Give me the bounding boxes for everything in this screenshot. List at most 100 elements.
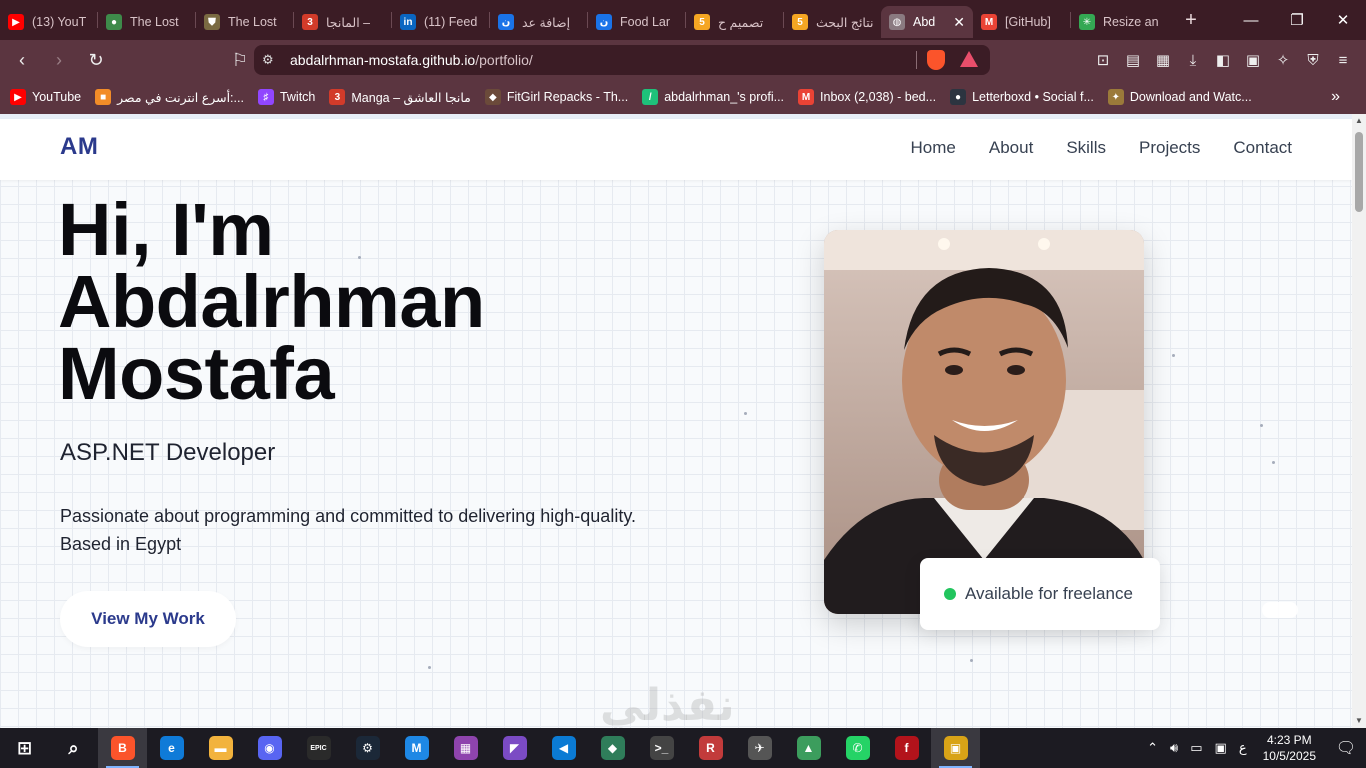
browser-tab[interactable]: in (11) Feed: [392, 6, 489, 38]
search-button[interactable]: ⌕: [49, 728, 98, 768]
bookmark-item[interactable]: M Inbox (2,038) - bed...: [798, 89, 936, 105]
visual-studio-app[interactable]: ◤: [490, 728, 539, 768]
bookmark-favicon-icon: ◆: [484, 89, 501, 105]
browser-tab[interactable]: 5 تصميم ح: [686, 6, 783, 38]
tab-title: تصميم ح: [718, 15, 764, 30]
qr-code-icon[interactable]: ▦: [1148, 45, 1178, 75]
winrar-app[interactable]: ▦: [441, 728, 490, 768]
language-indicator[interactable]: ع: [1239, 740, 1247, 756]
app-generic-1[interactable]: ◆: [588, 728, 637, 768]
start-button[interactable]: ⊞: [0, 728, 49, 768]
whatsapp-app[interactable]: ✆: [833, 728, 882, 768]
view-work-button[interactable]: View My Work: [60, 591, 236, 647]
steam-app[interactable]: ⚙: [343, 728, 392, 768]
network-icon[interactable]: ▣: [1215, 740, 1227, 756]
bookmark-item[interactable]: ■ أسرع انترنت في مصر:...: [95, 89, 244, 105]
windows-taskbar: ⊞ ⌕ Be ▬ ◉ EPIC ⚙ M ▦ ◤ ◀ ◆ >_ R ✈ ▲ ✆ f ▣ ⌃ 🔊︎ ▭ ▣ ع 4:…: [0, 728, 1366, 768]
app-generic-2[interactable]: R: [686, 728, 735, 768]
site-logo[interactable]: AM: [60, 133, 98, 161]
url-path: /portfolio/: [475, 52, 533, 68]
brave-rewards-icon[interactable]: [960, 51, 978, 67]
scroll-up-icon[interactable]: ▲: [1352, 114, 1366, 128]
bookmark-label: Twitch: [279, 90, 316, 104]
new-tab-icon[interactable]: +: [1176, 9, 1206, 32]
nav-about[interactable]: About: [989, 138, 1033, 158]
sidebar-toggle-icon[interactable]: ◧: [1208, 45, 1238, 75]
chevron-more-icon[interactable]: »: [1331, 88, 1340, 106]
mega-app[interactable]: M: [392, 728, 441, 768]
url-host: abdalrhman-mostafa.github.io: [290, 52, 476, 68]
browser-tab[interactable]: ▶ (13) YouT: [0, 6, 97, 38]
url-text[interactable]: abdalrhman-mostafa.github.io/portfolio/: [290, 52, 533, 68]
minimize-icon[interactable]: —: [1228, 0, 1274, 40]
back-icon[interactable]: ‹: [7, 45, 37, 75]
scroll-down-icon[interactable]: ▼: [1352, 714, 1366, 728]
browser-tab[interactable]: ● The Lost: [98, 6, 195, 38]
bookmark-item[interactable]: ◆ FitGirl Repacks - Th...: [484, 89, 628, 105]
site-settings-icon[interactable]: ⚙: [262, 52, 284, 68]
browser-tab[interactable]: ✳ Resize an: [1071, 6, 1168, 38]
wallet-icon[interactable]: ▣: [1238, 45, 1268, 75]
nav-skills[interactable]: Skills: [1066, 138, 1106, 158]
browser-tab[interactable]: 3 المانجا –: [294, 6, 391, 38]
bookmark-item[interactable]: / abdalrhman_'s profi...: [642, 89, 784, 105]
clock-date: 10/5/2025: [1262, 749, 1316, 763]
scroll-thumb[interactable]: [1355, 132, 1363, 212]
clock-time: 4:23 PM: [1266, 733, 1312, 747]
address-bar[interactable]: ⚙ abdalrhman-mostafa.github.io/portfolio…: [254, 45, 990, 75]
sidebar-news-icon[interactable]: ▤: [1118, 45, 1148, 75]
bookmark-item[interactable]: ♯ Twitch: [257, 89, 316, 105]
nav-home[interactable]: Home: [911, 138, 956, 158]
site-navbar: AM Home About Skills Projects Contact: [0, 119, 1352, 180]
file-explorer-icon: ▬: [208, 736, 233, 760]
browser-tab[interactable]: ◍ Abd ✕: [881, 6, 973, 38]
battery-icon[interactable]: ▭: [1190, 740, 1202, 756]
volume-icon[interactable]: 🔊︎: [1170, 740, 1178, 756]
page-scrollbar[interactable]: ▲ ▼: [1352, 114, 1366, 728]
nav-contact[interactable]: Contact: [1233, 138, 1292, 158]
file-explorer-app[interactable]: ▬: [196, 728, 245, 768]
mega-icon: M: [404, 736, 429, 760]
vpn-shield-icon[interactable]: ⛨: [1298, 45, 1328, 75]
reader-mode-icon[interactable]: ⊡: [1088, 45, 1118, 75]
download-icon[interactable]: ⤓: [1178, 45, 1208, 75]
bookmark-item[interactable]: 3 Manga – مانجا العاشق: [329, 89, 471, 105]
terminal-icon: >_: [649, 736, 674, 760]
leo-ai-icon[interactable]: ✧: [1268, 45, 1298, 75]
reload-icon[interactable]: ↻: [81, 45, 111, 75]
bookmark-item[interactable]: ▶ YouTube: [10, 89, 81, 105]
particle: [744, 412, 747, 415]
app-generic-5[interactable]: f: [882, 728, 931, 768]
discord-app[interactable]: ◉: [245, 728, 294, 768]
browser-tab[interactable]: ن إضافة عد: [490, 6, 587, 38]
app-generic-4-icon: ▲: [796, 736, 821, 760]
close-window-icon[interactable]: ✕: [1320, 0, 1366, 40]
menu-icon[interactable]: ≡: [1328, 45, 1358, 75]
vscode-app[interactable]: ◀: [539, 728, 588, 768]
restore-icon[interactable]: ❐: [1274, 0, 1320, 40]
close-tab-icon[interactable]: ✕: [953, 14, 965, 31]
edge-app[interactable]: e: [147, 728, 196, 768]
app-generic-3[interactable]: ✈: [735, 728, 784, 768]
hero-description: Passionate about programming and committ…: [60, 506, 636, 554]
brave-shields-icon[interactable]: [927, 50, 945, 70]
discord-icon: ◉: [257, 736, 282, 760]
clock[interactable]: 4:23 PM 10/5/2025: [1263, 732, 1316, 764]
terminal-app[interactable]: >_: [637, 728, 686, 768]
nav-projects[interactable]: Projects: [1139, 138, 1200, 158]
notifications-icon[interactable]: 🗨︎: [1326, 738, 1366, 758]
chevron-up-icon[interactable]: ⌃: [1147, 740, 1158, 756]
bookmark-item[interactable]: ✦ Download and Watc...: [1107, 89, 1252, 105]
brave-app[interactable]: B: [98, 728, 147, 768]
forward-icon[interactable]: ›: [44, 45, 74, 75]
epic-games-app[interactable]: EPIC: [294, 728, 343, 768]
browser-tab[interactable]: M [GitHub]: [973, 6, 1070, 38]
bookmark-item[interactable]: ● Letterboxd • Social f...: [950, 89, 1094, 105]
bookmark-icon[interactable]: ⚐: [225, 45, 255, 75]
browser-tab[interactable]: ⛊ The Lost: [196, 6, 293, 38]
app-generic-4[interactable]: ▲: [784, 728, 833, 768]
browser-tab[interactable]: 5 نتائج البحث: [784, 6, 881, 38]
tab-title: Abd: [913, 15, 936, 29]
app-generic-6[interactable]: ▣: [931, 728, 980, 768]
browser-tab[interactable]: ن Food Lar: [588, 6, 685, 38]
